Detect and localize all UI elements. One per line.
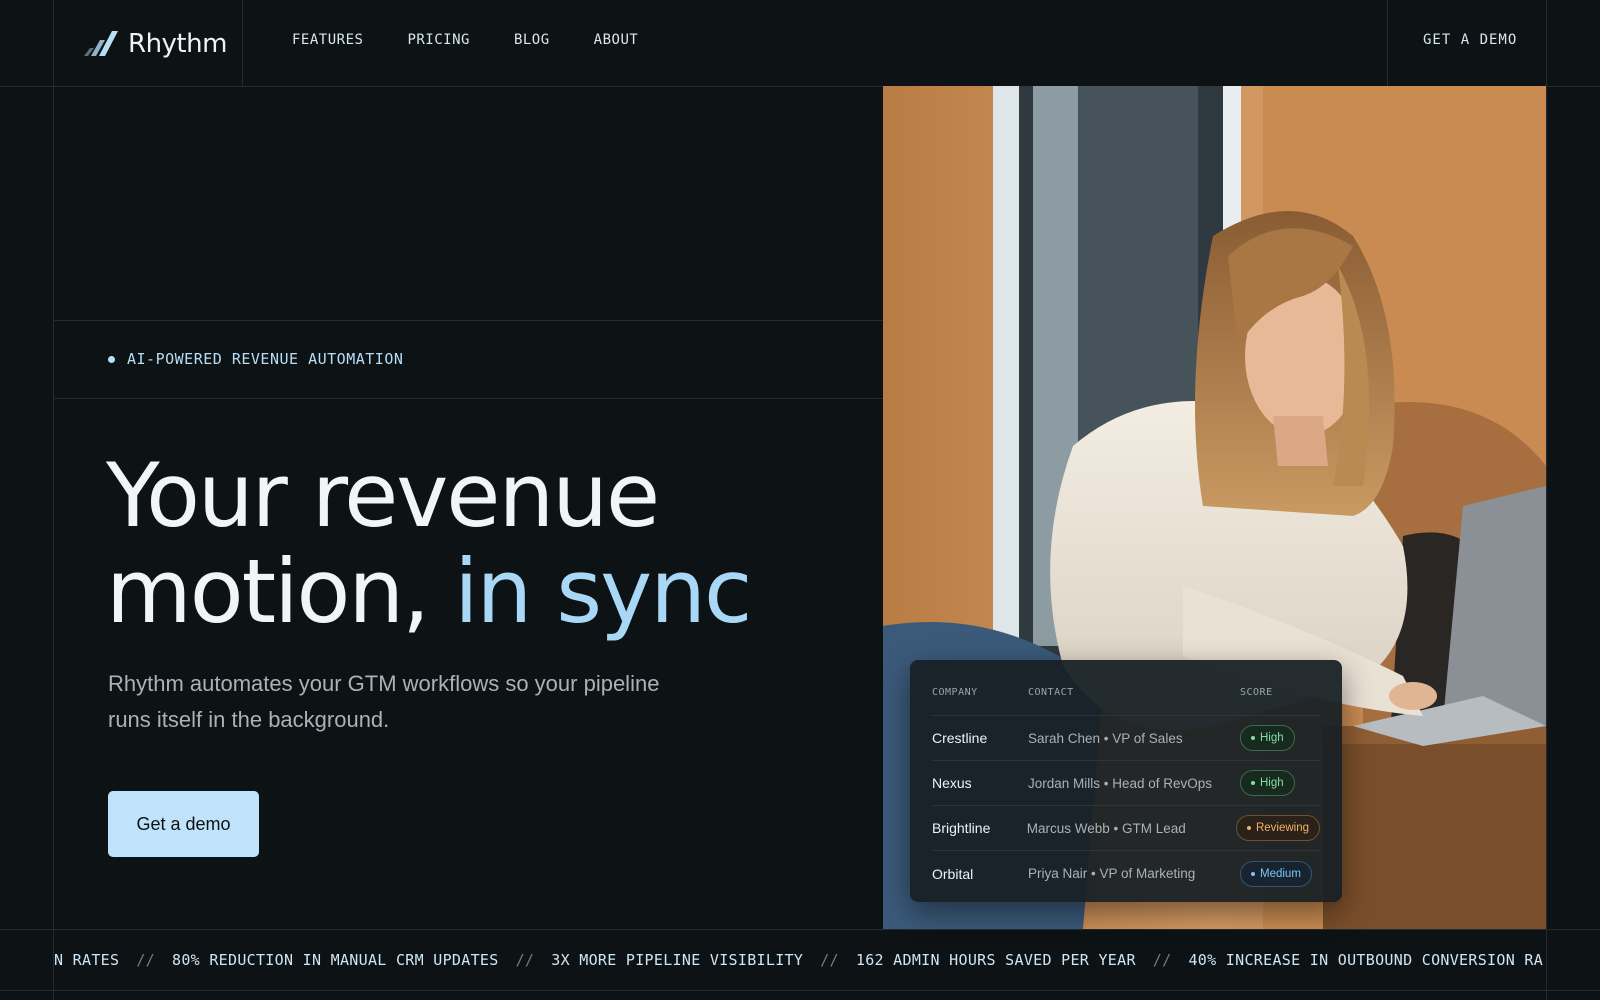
- hero-subhead: Rhythm automates your GTM workflows so y…: [108, 671, 660, 732]
- company-name: Crestline: [932, 730, 988, 746]
- status-dot-icon: [1246, 826, 1251, 830]
- main-nav: FEATURES PRICING BLOG ABOUT: [292, 32, 638, 48]
- status-dot-icon: [1251, 871, 1255, 876]
- column-header-score: SCORE: [1240, 687, 1273, 698]
- contact-name: Jordan Mills • Head of RevOps: [1028, 775, 1213, 791]
- get-demo-button[interactable]: Get a demo: [108, 791, 259, 857]
- bullet-dot-icon: [108, 355, 115, 363]
- nav-item-pricing[interactable]: PRICING: [407, 32, 470, 48]
- score-label: High: [1260, 732, 1284, 744]
- ticker-separator: //: [1152, 951, 1172, 969]
- header-get-demo-link[interactable]: GET A DEMO: [1423, 32, 1517, 48]
- column-header-contact: CONTACT: [1028, 687, 1074, 698]
- headline-line-1: Your revenue: [106, 444, 660, 547]
- score-badge: High: [1240, 725, 1295, 751]
- hero-eyebrow: AI-POWERED REVENUE AUTOMATION: [108, 350, 403, 368]
- contact-name: Priya Nair • VP of Marketing: [1028, 866, 1196, 881]
- score-label: Medium: [1260, 867, 1301, 880]
- grid-line: [54, 320, 883, 321]
- ticker-item: N RATES: [54, 951, 120, 969]
- grid-line: [54, 398, 883, 399]
- eyebrow-label: AI-POWERED REVENUE AUTOMATION: [127, 350, 404, 368]
- ticker-separator: //: [136, 951, 155, 969]
- score-badge: Medium: [1240, 860, 1312, 887]
- nav-item-features[interactable]: FEATURES: [292, 32, 363, 48]
- ticker-item: 162 ADMIN HOURS SAVED PER YEAR: [855, 951, 1136, 969]
- status-dot-icon: [1251, 781, 1255, 785]
- hero-headline: Your revenue motion, in sync: [106, 448, 866, 640]
- ticker-separator: //: [515, 951, 535, 969]
- ticker-track: N RATES // 80% REDUCTION IN MANUAL CRM UPD…: [54, 951, 1543, 969]
- table-row: Orbital Priya Nair • VP of Marketing Med…: [932, 851, 1320, 896]
- table-row: Crestline Sarah Chen • VP of Sales High: [932, 716, 1320, 761]
- brand-name: Rhythm: [128, 29, 227, 59]
- company-name: Orbital: [932, 865, 974, 882]
- company-name: Nexus: [932, 775, 972, 791]
- stats-ticker: N RATES // 80% REDUCTION IN MANUAL CRM UPD…: [54, 929, 1546, 991]
- grid-line: [53, 0, 54, 1000]
- brand-logo[interactable]: Rhythm: [82, 24, 227, 64]
- score-label: High: [1260, 777, 1284, 789]
- company-name: Brightline: [932, 820, 991, 836]
- ticker-item: 3X MORE PIPELINE VISIBILITY: [551, 951, 804, 969]
- column-header-company: COMPANY: [932, 687, 978, 698]
- site-header: Rhythm FEATURES PRICING BLOG ABOUT GET A…: [0, 0, 1600, 86]
- table-row: Brightline Marcus Webb • GTM Lead Review…: [932, 806, 1320, 851]
- card-header-row: COMPANY CONTACT SCORE: [932, 670, 1320, 716]
- ticker-item: 80% REDUCTION IN MANUAL CRM UPDATES: [172, 951, 499, 969]
- status-dot-icon: [1251, 736, 1255, 740]
- logo-icon: [84, 31, 118, 56]
- score-badge: Reviewing: [1235, 815, 1320, 841]
- score-badge: High: [1240, 770, 1295, 796]
- table-row: Nexus Jordan Mills • Head of RevOps High: [932, 761, 1320, 806]
- headline-line-2: motion,: [106, 540, 430, 643]
- contact-name: Marcus Webb • GTM Lead: [1026, 820, 1186, 836]
- ticker-item: 40% INCREASE IN OUTBOUND CONVERSION RA: [1188, 951, 1544, 969]
- contact-name: Sarah Chen • VP of Sales: [1028, 730, 1183, 746]
- score-label: Reviewing: [1255, 822, 1309, 834]
- nav-item-about[interactable]: ABOUT: [594, 32, 639, 48]
- headline-accent: in sync: [454, 540, 752, 643]
- nav-item-blog[interactable]: BLOG: [514, 32, 550, 48]
- grid-line: [1546, 0, 1547, 1000]
- ticker-separator: //: [820, 951, 839, 969]
- lead-score-card: COMPANY CONTACT SCORE Crestline Sarah Ch…: [910, 660, 1342, 902]
